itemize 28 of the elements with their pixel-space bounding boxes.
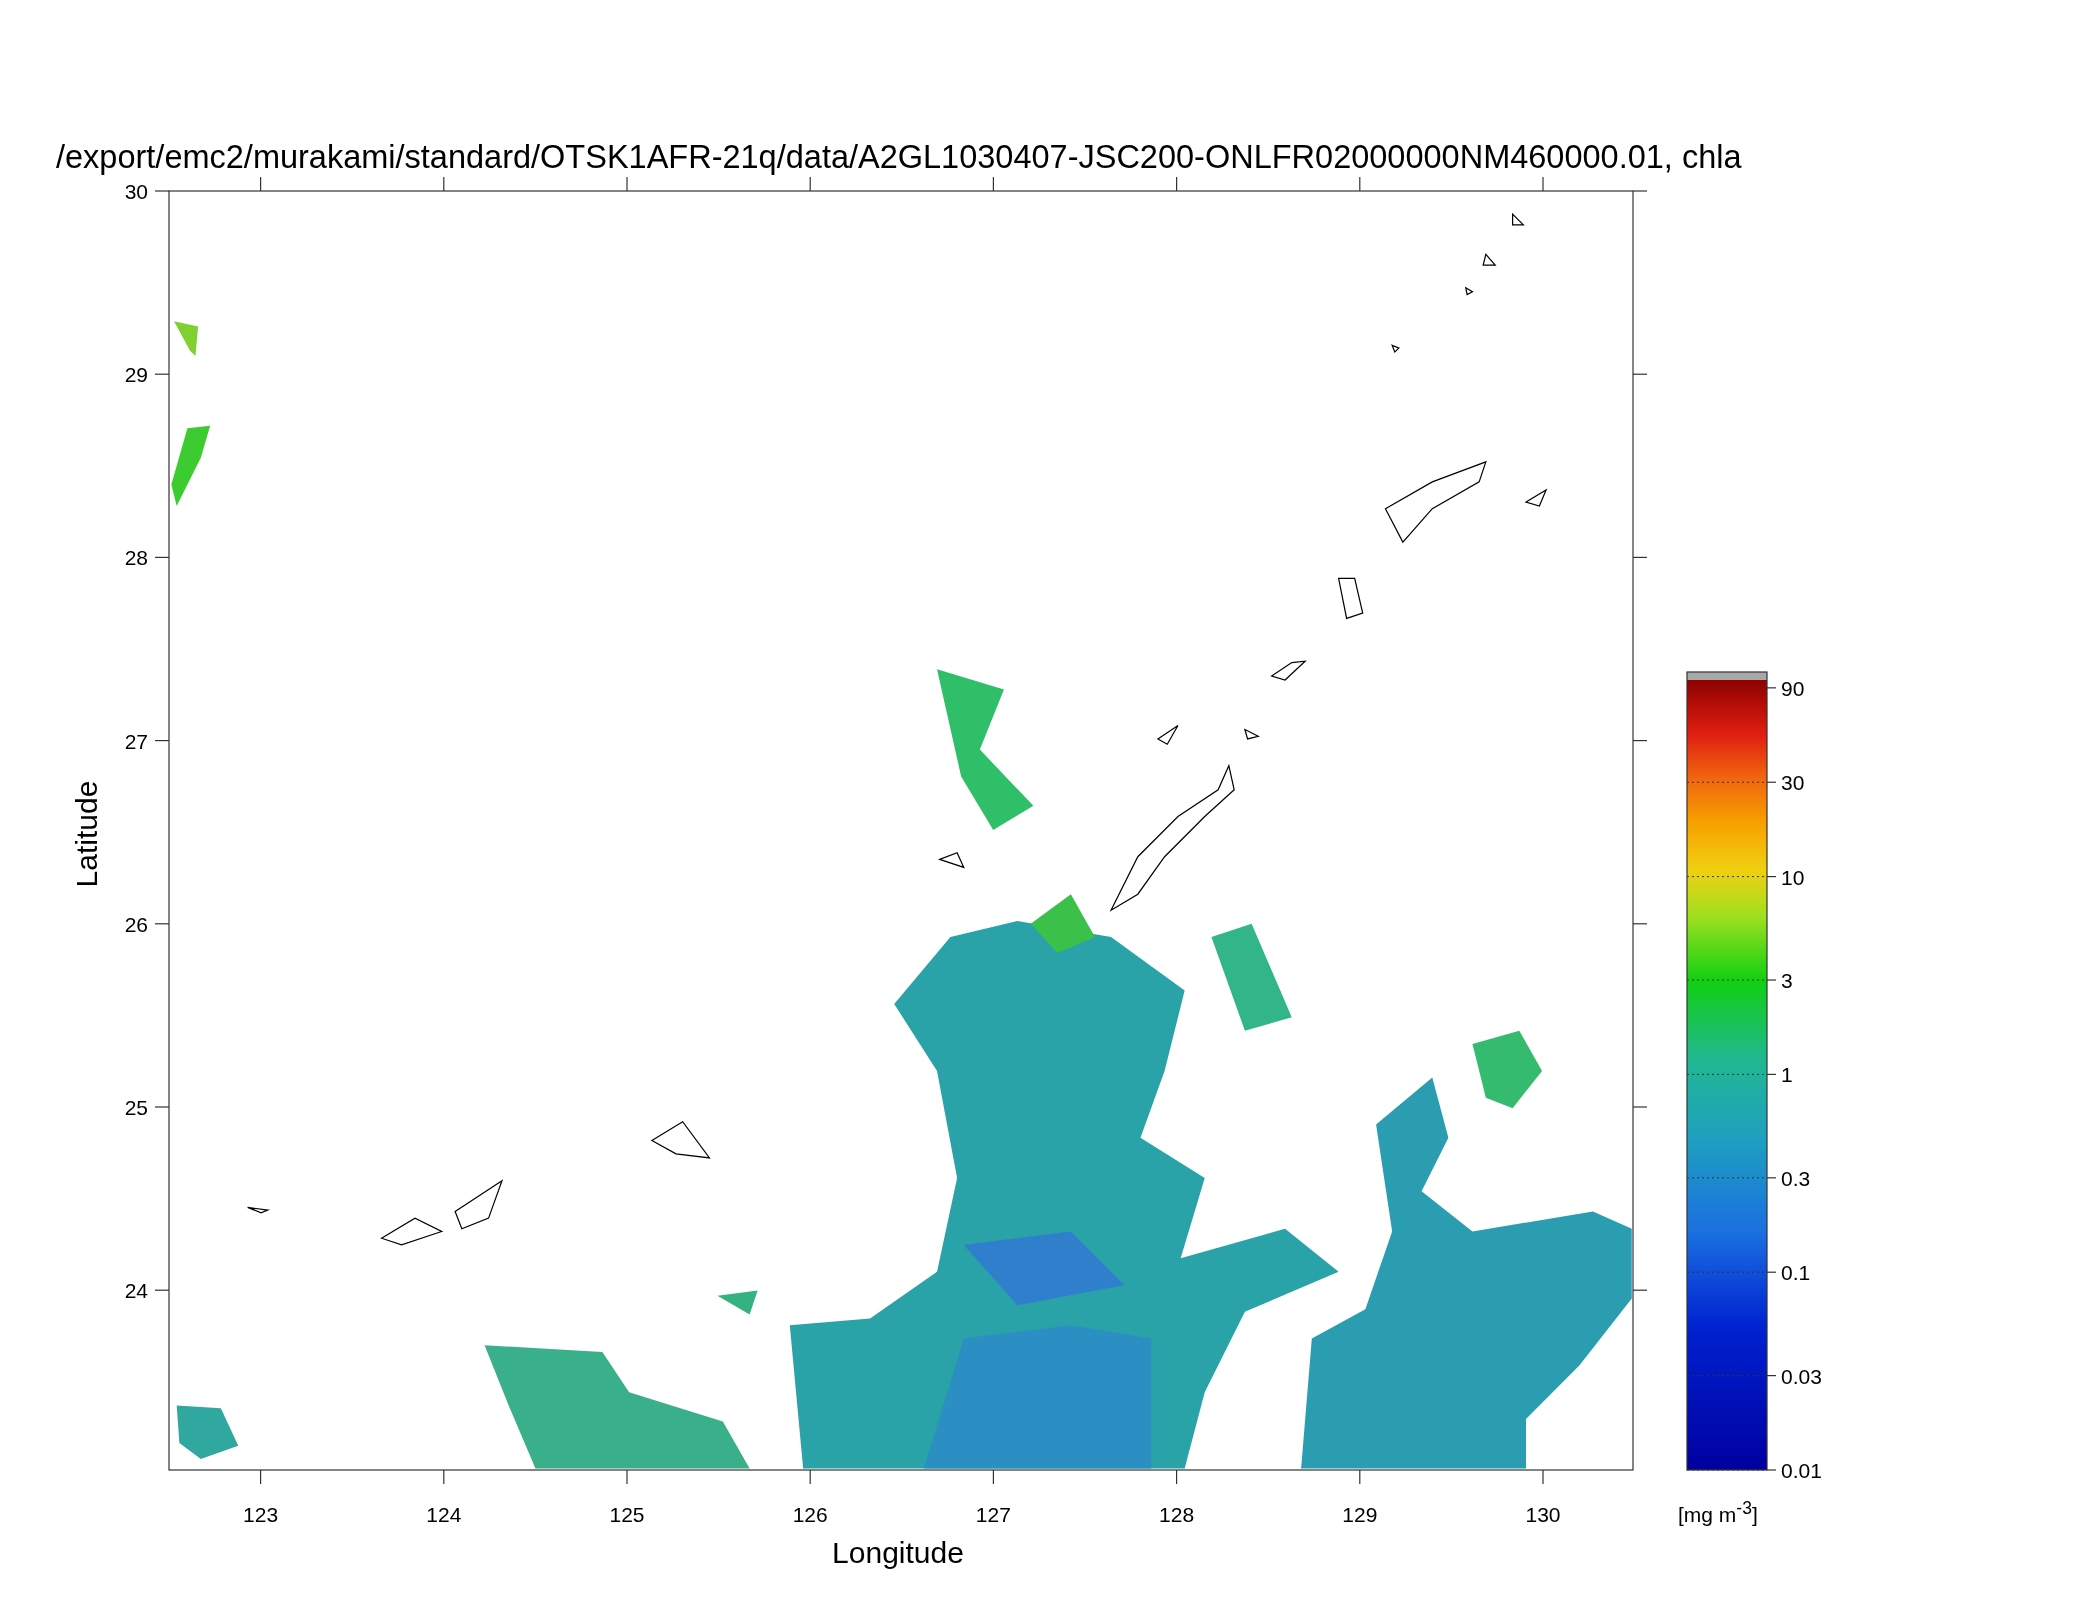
- colorbar-units-label: [mg m$^{-3}$]: [1678, 1500, 1758, 1525]
- x-tick-label: 129: [1342, 1504, 1378, 1525]
- y-tick-label: 24: [124, 1279, 148, 1301]
- colorbar-tick-label: 90: [1781, 677, 1805, 699]
- y-axis-label: Latitude: [72, 780, 102, 888]
- plot-title: /export/emc2/murakami/standard/OTSK1AFR-21q/data/A2GL1030407-JSC200-ONLFR02000000NM460000.01, chla: [56, 141, 1742, 174]
- x-axis-label: Longitude: [832, 1538, 964, 1568]
- colorbar-tick-label: 0.3: [1781, 1167, 1811, 1189]
- x-tick-label: 127: [975, 1504, 1011, 1525]
- y-tick-label: 30: [124, 180, 148, 202]
- colorbar-tick-label: 30: [1781, 771, 1805, 793]
- colorbar-tick-label: 0.03: [1781, 1365, 1822, 1387]
- x-tick-label: 128: [1159, 1504, 1195, 1525]
- y-tick-label: 26: [124, 913, 148, 935]
- colorbar-tick-label: 1: [1781, 1063, 1793, 1085]
- y-tick-label: 29: [124, 363, 148, 385]
- y-tick-label: 27: [124, 730, 148, 752]
- x-tick-label: 123: [243, 1504, 279, 1525]
- colorbar-tick-label: 0.1: [1781, 1261, 1811, 1283]
- x-tick-label: 124: [426, 1504, 462, 1525]
- x-tick-label: 130: [1525, 1504, 1561, 1525]
- y-tick-label: 25: [124, 1096, 148, 1118]
- x-tick-label: 126: [792, 1504, 828, 1525]
- x-tick-label: 125: [609, 1504, 645, 1525]
- colorbar-tick-label: 3: [1781, 969, 1793, 991]
- colorbar-tick-label: 0.01: [1781, 1459, 1822, 1481]
- y-tick-label: 28: [124, 546, 148, 568]
- colorbar-tick-label: 10: [1781, 866, 1805, 888]
